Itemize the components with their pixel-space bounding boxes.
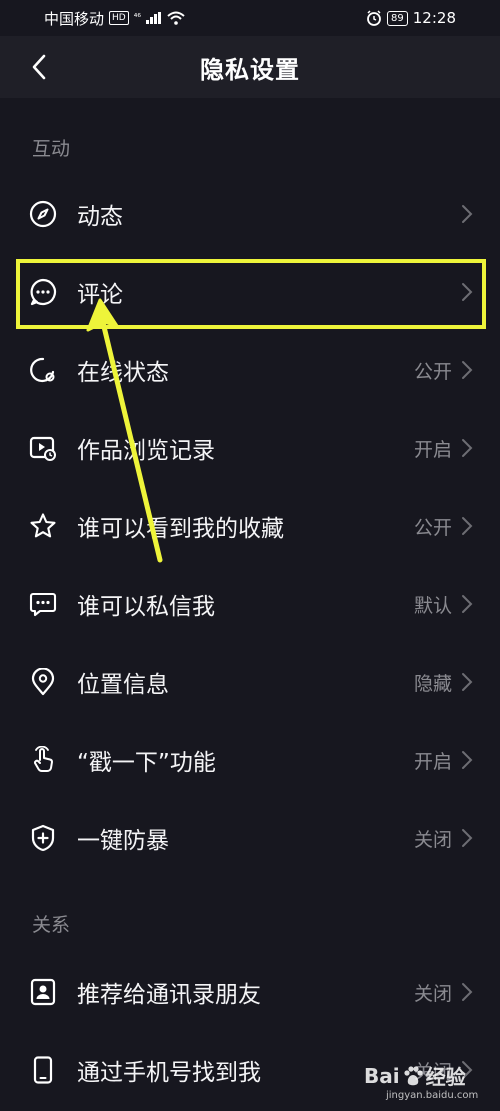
chevron-right-icon: [460, 749, 474, 771]
hd-badge: HD: [109, 11, 129, 25]
network-type-label: ⁴⁶: [133, 13, 141, 23]
chevron-right-icon: [460, 515, 474, 537]
setting-row-value: 开启: [413, 750, 452, 773]
battery-indicator: 89: [387, 10, 408, 26]
baidu-jingyan-watermark: Bai 经验 jingyan.baidu.com: [364, 1061, 484, 1105]
section-title-relationships: 关系: [32, 914, 71, 936]
tutorial-highlight-box: [16, 259, 486, 329]
setting-row-anti-harassment[interactable]: 一键防暴 关闭: [0, 799, 500, 877]
setting-row-value: 开启: [413, 438, 452, 461]
setting-row-label: 动态: [77, 204, 123, 230]
video-history-icon: [28, 433, 58, 463]
shield-plus-icon: [28, 823, 58, 853]
setting-row-label: 推荐给通讯录朋友: [77, 982, 261, 1008]
setting-row-value: 隐藏: [413, 672, 452, 695]
alarm-clock-icon: [367, 10, 381, 26]
back-button[interactable]: [22, 50, 56, 84]
setting-row-recommend-to-contacts[interactable]: 推荐给通讯录朋友 关闭: [0, 953, 500, 1031]
paw-logo-icon: [404, 1065, 423, 1085]
setting-row-value: 公开: [413, 516, 452, 539]
setting-row-view-history[interactable]: 作品浏览记录 开启: [0, 409, 500, 487]
setting-row-label: 位置信息: [77, 672, 169, 698]
compass-icon: [28, 199, 58, 229]
star-icon: [28, 511, 58, 541]
watermark-url: jingyan.baidu.com: [386, 1090, 479, 1101]
contact-card-icon: [28, 977, 58, 1007]
chevron-right-icon: [460, 437, 474, 459]
setting-row-label: 一键防暴: [77, 828, 169, 854]
top-nav-bar: 隐私设置: [0, 36, 500, 98]
signal-icon: [145, 12, 161, 24]
setting-row-location[interactable]: 位置信息 隐藏: [0, 643, 500, 721]
location-pin-icon: [28, 667, 58, 697]
setting-row-label: 在线状态: [77, 360, 169, 386]
setting-row-online-status[interactable]: 在线状态 公开: [0, 331, 500, 409]
chevron-right-icon: [460, 827, 474, 849]
chevron-right-icon: [460, 671, 474, 693]
setting-row-value: 关闭: [413, 828, 452, 851]
chevron-right-icon: [460, 203, 474, 225]
setting-row-label: 谁可以私信我: [77, 594, 215, 620]
status-bar: 中国移动 HD ⁴⁶ 89 12:28: [0, 0, 500, 36]
setting-row-value: 关闭: [413, 982, 452, 1005]
poke-hand-icon: [28, 745, 58, 775]
section-title-interaction: 互动: [32, 138, 71, 160]
carrier-label: 中国移动: [44, 9, 105, 28]
setting-row-value: 公开: [413, 360, 452, 383]
watermark-brand-left: Bai: [364, 1063, 400, 1088]
status-right: 89 12:28: [366, 9, 456, 27]
setting-row-feed[interactable]: 动态: [0, 175, 500, 253]
setting-row-poke[interactable]: “戳一下”功能 开启: [0, 721, 500, 799]
setting-row-favorites-visibility[interactable]: 谁可以看到我的收藏 公开: [0, 487, 500, 565]
page-title: 隐私设置: [200, 55, 300, 84]
watermark-brand-right: 经验: [425, 1065, 466, 1089]
chevron-left-icon: [32, 54, 46, 80]
clock-time: 12:28: [412, 9, 456, 27]
wifi-icon: [167, 11, 185, 25]
setting-row-label: 作品浏览记录: [77, 438, 215, 464]
setting-row-direct-messages[interactable]: 谁可以私信我 默认: [0, 565, 500, 643]
setting-row-label: 谁可以看到我的收藏: [77, 516, 284, 542]
status-left: 中国移动 HD ⁴⁶: [44, 8, 185, 29]
chevron-right-icon: [460, 359, 474, 381]
setting-row-label: 通过手机号找到我: [77, 1060, 261, 1086]
phone-icon: [28, 1055, 58, 1085]
message-icon: [28, 589, 58, 619]
chevron-right-icon: [460, 981, 474, 1003]
setting-row-value: 默认: [413, 594, 452, 617]
chevron-right-icon: [460, 593, 474, 615]
online-status-icon: [28, 355, 58, 385]
setting-row-label: “戳一下”功能: [77, 750, 216, 776]
